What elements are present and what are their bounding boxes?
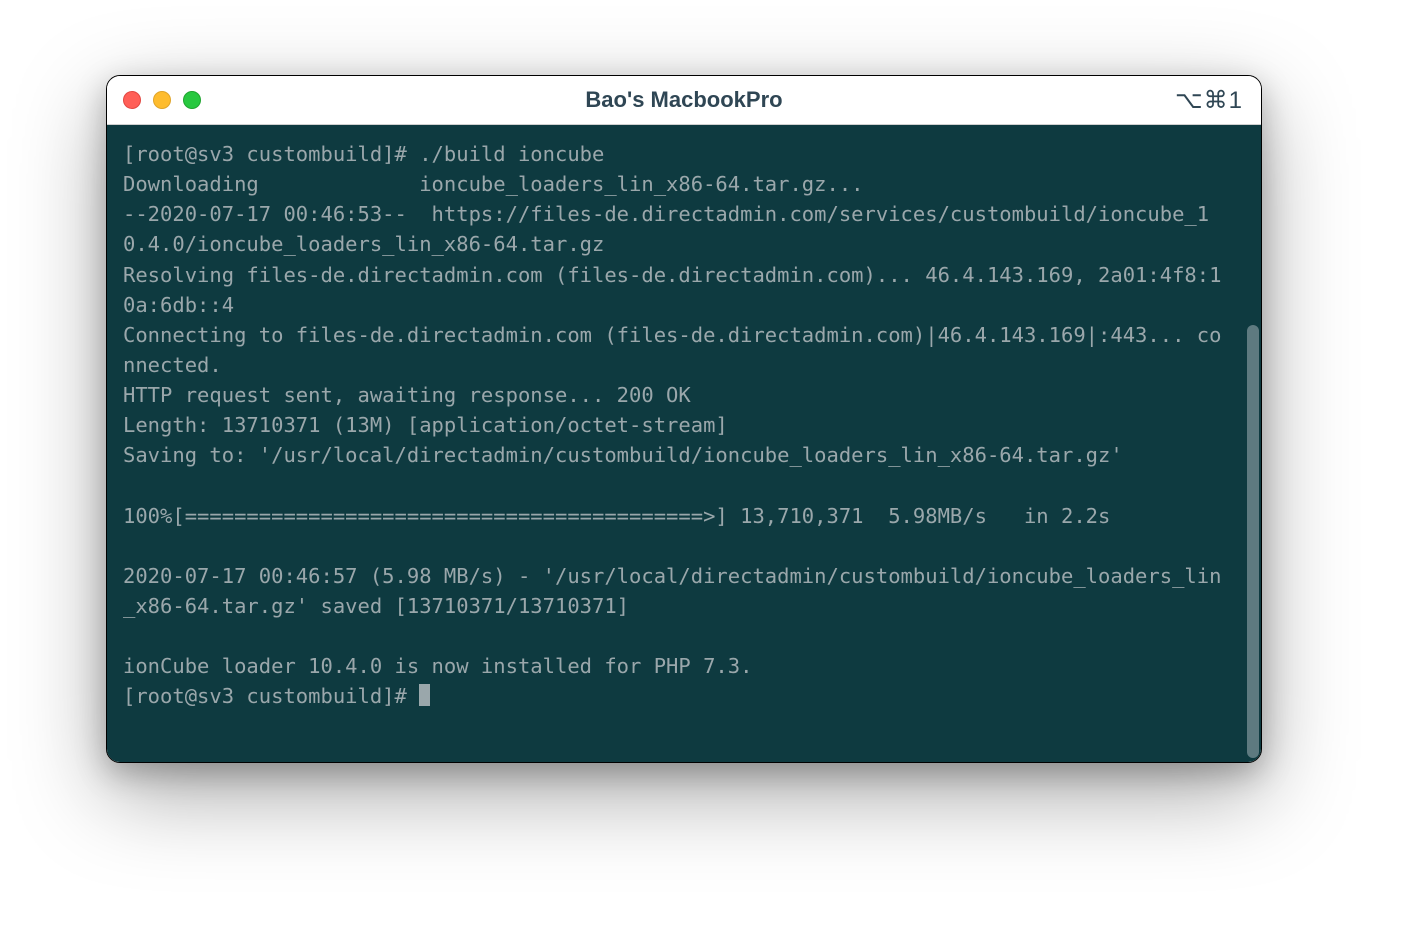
- terminal-prompt: [root@sv3 custombuild]#: [123, 684, 419, 708]
- terminal-output[interactable]: [root@sv3 custombuild]# ./build ioncube …: [107, 125, 1245, 762]
- terminal-window: Bao's MacbookPro ⌥⌘1 [root@sv3 custombui…: [106, 75, 1262, 763]
- scrollbar-thumb[interactable]: [1247, 325, 1259, 758]
- close-icon[interactable]: [123, 91, 141, 109]
- terminal-lines: [root@sv3 custombuild]# ./build ioncube …: [123, 142, 1221, 678]
- traffic-lights: [123, 91, 201, 109]
- zoom-icon[interactable]: [183, 91, 201, 109]
- terminal-area[interactable]: [root@sv3 custombuild]# ./build ioncube …: [107, 125, 1261, 762]
- scrollbar-track[interactable]: [1245, 125, 1261, 762]
- window-title: Bao's MacbookPro: [107, 87, 1261, 113]
- cursor-icon: [419, 684, 430, 706]
- titlebar[interactable]: Bao's MacbookPro ⌥⌘1: [107, 76, 1261, 125]
- window-shortcut: ⌥⌘1: [1175, 86, 1243, 115]
- minimize-icon[interactable]: [153, 91, 171, 109]
